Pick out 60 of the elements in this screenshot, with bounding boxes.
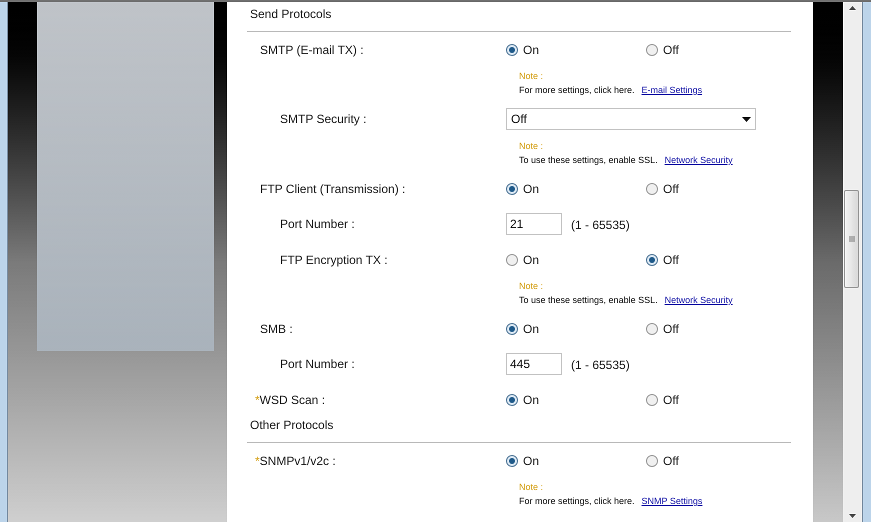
radio-option[interactable]: Off — [646, 40, 786, 58]
scroll-down-arrow-icon[interactable] — [849, 514, 856, 518]
grip-icon — [848, 236, 854, 242]
vertical-scrollbar[interactable] — [843, 2, 862, 522]
radio-button[interactable] — [506, 44, 518, 56]
radio-button[interactable] — [506, 454, 518, 466]
radio-button[interactable] — [646, 254, 658, 266]
section-title: Send Protocols — [250, 6, 332, 23]
security-dropdown[interactable]: Off — [506, 108, 756, 130]
radio-option[interactable]: Off — [646, 320, 786, 338]
radio-button[interactable] — [506, 254, 518, 266]
field-label: WSD Scan : — [260, 392, 326, 408]
field-label: SMTP (E-mail TX) : — [260, 42, 364, 58]
radio-option[interactable]: Off — [646, 250, 786, 268]
note-heading: Note : — [519, 70, 544, 83]
port-number-input[interactable]: 21 — [506, 213, 562, 235]
field-label: Port Number : — [280, 356, 355, 373]
radio-option[interactable]: On — [506, 40, 646, 58]
settings-link[interactable]: Network Security — [664, 293, 733, 307]
scrollbar-thumb[interactable] — [844, 190, 859, 288]
radio-button[interactable] — [506, 394, 518, 406]
section-title: Other Protocols — [250, 417, 334, 434]
settings-link[interactable]: Network Security — [664, 153, 733, 167]
settings-link[interactable]: SNMP Settings — [642, 494, 702, 508]
required-marker: * — [255, 392, 260, 408]
radio-option[interactable]: On — [506, 320, 646, 338]
field-label: SNMPv1/v2c : — [260, 452, 336, 470]
radio-button[interactable] — [506, 182, 518, 194]
field-label: SMB : — [260, 320, 293, 338]
radio-option[interactable]: On — [506, 452, 646, 470]
field-label: FTP Client (Transmission) : — [260, 180, 406, 198]
note-heading: Note : — [519, 280, 544, 293]
field-label: SMTP Security : — [280, 111, 366, 128]
caret-icon — [742, 116, 751, 122]
scroll-up-arrow-icon[interactable] — [849, 6, 856, 10]
radio-button[interactable] — [506, 322, 518, 334]
radio-button[interactable] — [646, 322, 658, 334]
port-range: (1 - 65535) — [571, 217, 630, 234]
note-text: To use these settings, enable SSL. — [519, 294, 658, 307]
note-heading: Note : — [519, 140, 544, 153]
note-text: To use these settings, enable SSL. — [519, 154, 658, 167]
field-label: Port Number : — [280, 216, 355, 233]
settings-link[interactable]: E-mail Settings — [642, 83, 702, 97]
radio-option[interactable]: On — [506, 390, 646, 408]
radio-option[interactable]: On — [506, 180, 646, 198]
radio-option[interactable]: Off — [646, 452, 786, 470]
required-marker: * — [255, 452, 260, 470]
note-text: For more settings, click here. — [519, 495, 635, 508]
port-number-input[interactable]: 445 — [506, 353, 562, 375]
radio-option[interactable]: On — [506, 250, 646, 268]
radio-button[interactable] — [646, 182, 658, 194]
note-text: For more settings, click here. — [519, 84, 635, 97]
radio-button[interactable] — [646, 394, 658, 406]
radio-button[interactable] — [646, 44, 658, 56]
port-range: (1 - 65535) — [571, 357, 630, 374]
radio-option[interactable]: Off — [646, 180, 786, 198]
radio-button[interactable] — [646, 454, 658, 466]
radio-option[interactable]: Off — [646, 390, 786, 408]
note-heading: Note : — [519, 481, 544, 494]
field-label: FTP Encryption TX : — [280, 252, 388, 268]
